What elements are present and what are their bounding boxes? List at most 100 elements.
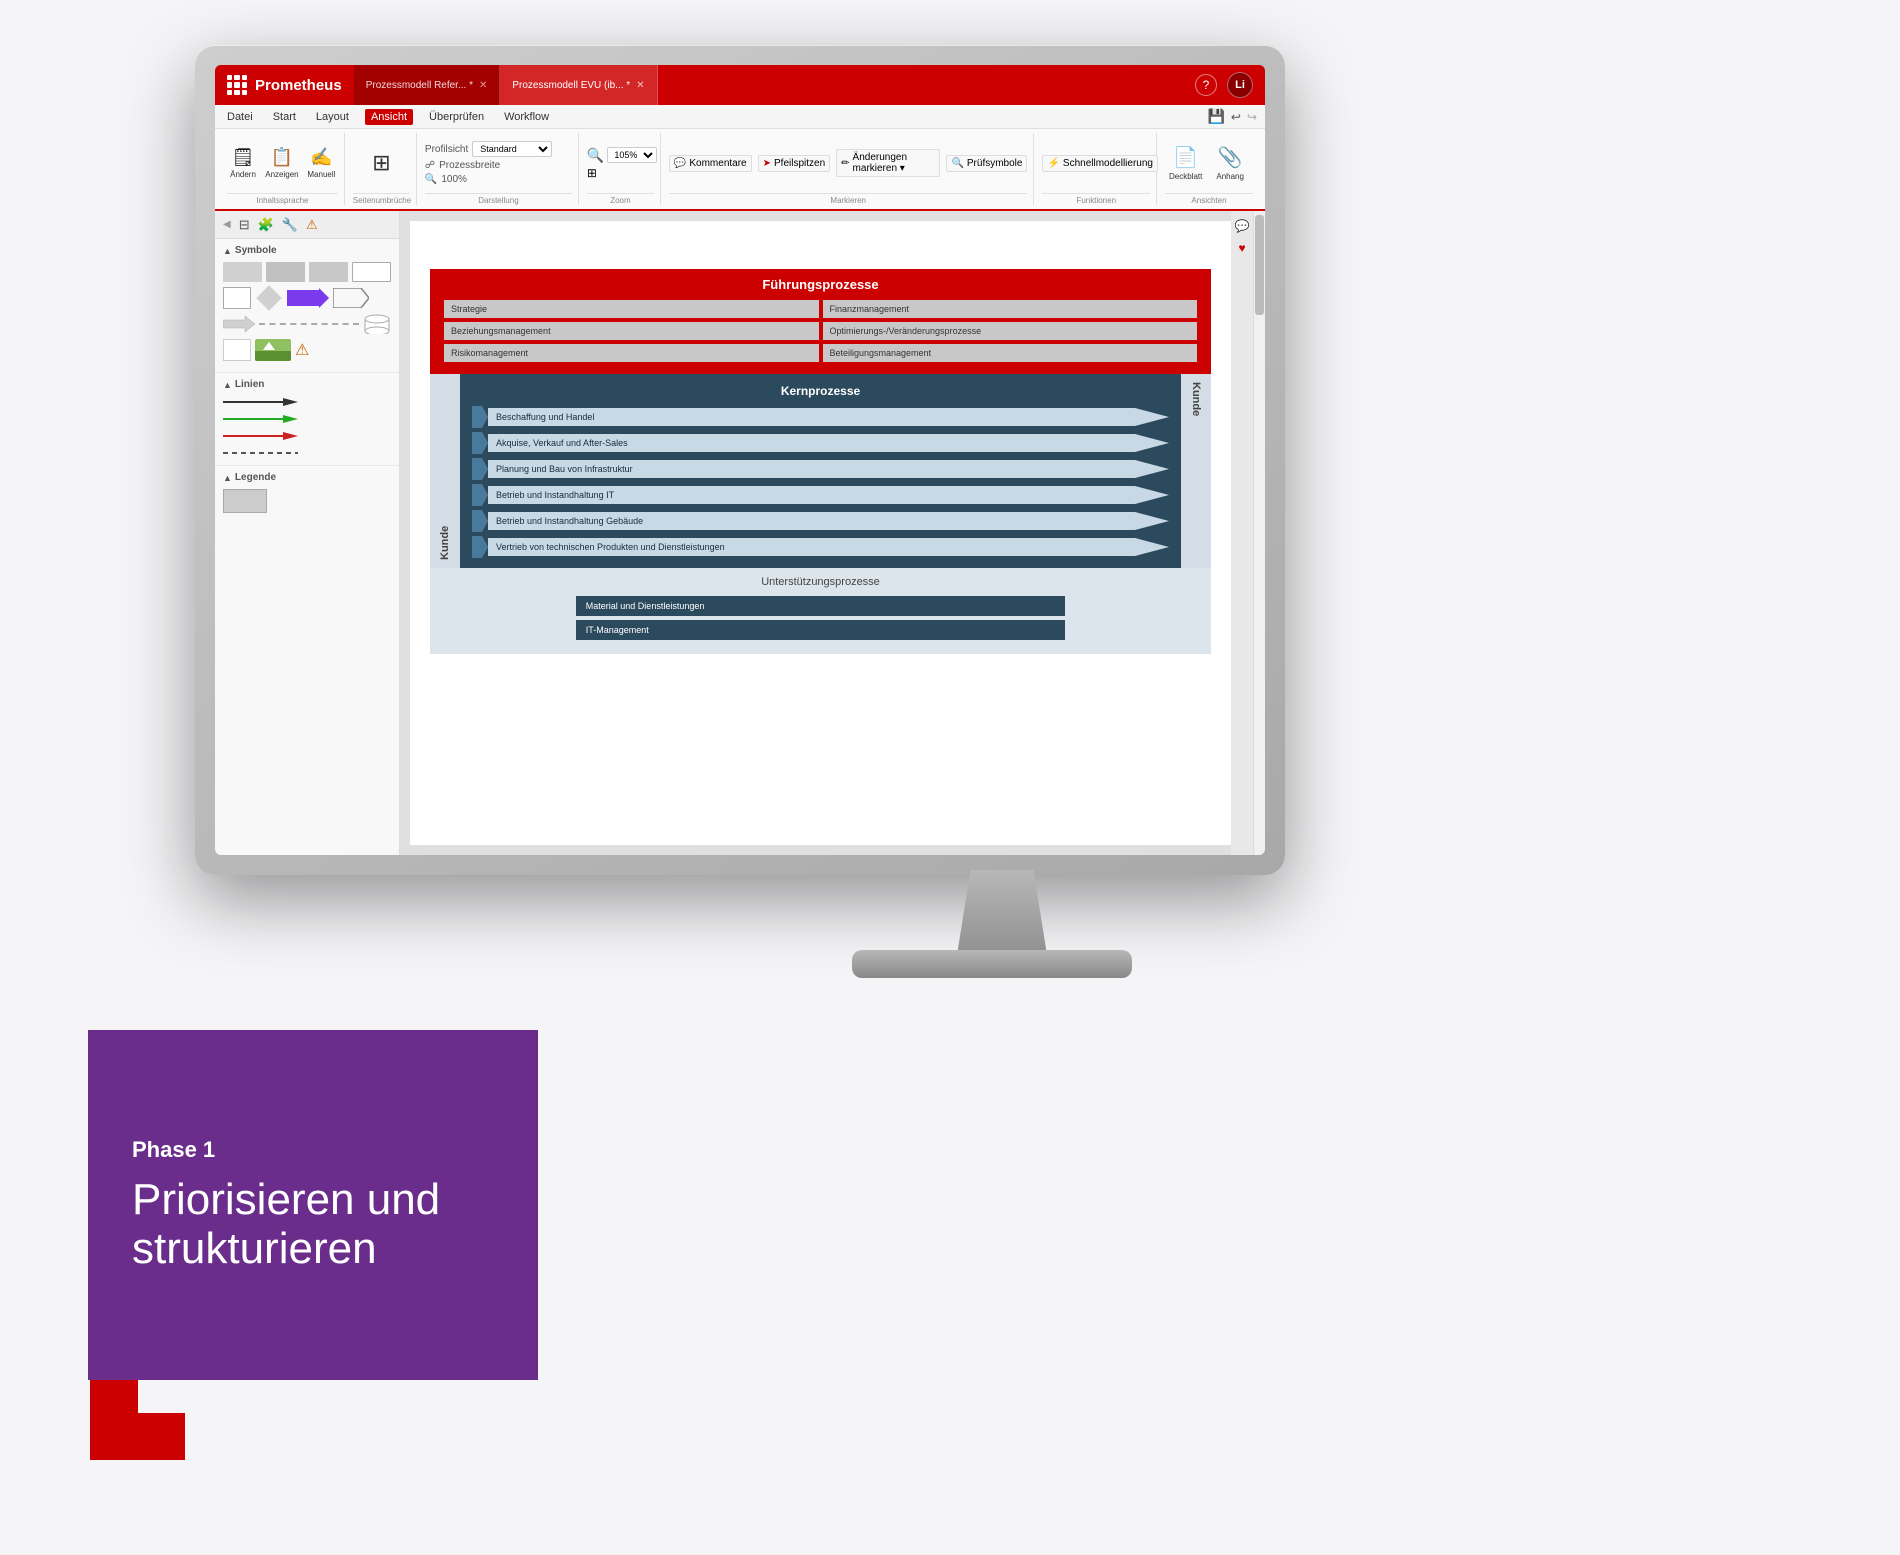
shape-square[interactable] — [223, 287, 251, 309]
kern-process-4[interactable]: Betrieb und Instandhaltung IT — [472, 484, 1169, 506]
kern-section: Kernprozesse Beschaffung und Handel — [460, 374, 1181, 568]
fuehrung-title: Führungsprozesse — [444, 277, 1197, 292]
toolbar-right: 💾 ↩ ↪ — [1207, 108, 1257, 125]
sidebar-section-symbole: ▲ Symbole — [215, 239, 399, 373]
fuehrung-box-optimierung[interactable]: Optimierungs-/Veränderungsprozesse — [823, 322, 1198, 340]
ribbon-btn-seitenumbruch[interactable]: ⊞ — [368, 148, 394, 178]
nav-icon-table[interactable]: ⊟ — [239, 217, 250, 233]
menu-ansicht[interactable]: Ansicht — [365, 109, 413, 125]
kern-process-3[interactable]: Planung und Bau von Infrastruktur — [472, 458, 1169, 480]
shape-landscape[interactable] — [255, 339, 291, 361]
line-black-arrow[interactable] — [223, 396, 391, 408]
nav-icon-wrench[interactable]: 🔧 — [282, 217, 298, 233]
canvas-content: Führungsprozesse Strategie Finanzmanagem… — [410, 221, 1231, 845]
shape-rect-2[interactable] — [266, 262, 305, 282]
menu-workflow[interactable]: Workflow — [500, 109, 553, 125]
nav-icon-warning[interactable]: ⚠ — [306, 217, 318, 233]
zoom-icon[interactable]: 🔍 — [587, 147, 604, 164]
shape-arrow-right[interactable] — [223, 314, 255, 334]
user-profile-button[interactable]: Li — [1227, 72, 1253, 98]
logo-grid-icon — [227, 75, 247, 95]
monitor-neck — [957, 870, 1047, 955]
ribbon-group-seitenumbrueche: ⊞ Seitenumbrüche — [347, 133, 417, 205]
shape-blank[interactable] — [223, 339, 251, 361]
profilsicht-select[interactable]: Standard — [472, 141, 552, 157]
ribbon-group-ansichten: 📄 Deckblatt 📎 Anhang Ansichten — [1159, 133, 1259, 205]
fuehrung-box-beziehung[interactable]: Beziehungsmanagement — [444, 322, 819, 340]
tab-1-close[interactable]: ✕ — [479, 80, 487, 91]
kern-process-1[interactable]: Beschaffung und Handel — [472, 406, 1169, 428]
nav-arrow-left[interactable]: ◀ — [223, 219, 231, 230]
shape-chevron[interactable] — [333, 288, 369, 308]
ribbon-btn-schnellmodellierung[interactable]: ⚡Schnellmodellierung — [1042, 155, 1158, 172]
right-strip-comment-icon[interactable]: 💬 — [1235, 219, 1250, 233]
scrollbar-thumb[interactable] — [1255, 215, 1264, 315]
ribbon-btn-kommentare[interactable]: 💬Kommentare — [669, 155, 752, 172]
ribbon-btn-anhang[interactable]: 📎 Anhang — [1212, 143, 1248, 183]
kern-process-5[interactable]: Betrieb und Instandhaltung Gebäude — [472, 510, 1169, 532]
shape-cylinder[interactable] — [363, 314, 391, 334]
screen: Prometheus Prozessmodell Refer... * ✕ Pr… — [215, 65, 1265, 855]
main-area: ◀ ⊟ 🧩 🔧 ⚠ ▲ Symbole — [215, 211, 1265, 855]
canvas-area[interactable]: Führungsprozesse Strategie Finanzmanagem… — [400, 211, 1253, 855]
redo-icon[interactable]: ↪ — [1247, 110, 1257, 124]
zoom-select[interactable]: 105% — [607, 147, 657, 163]
line-red-arrow[interactable] — [223, 430, 391, 442]
scrollbar-vertical[interactable] — [1253, 211, 1265, 855]
fuehrung-box-beteiligung[interactable]: Beteiligungsmanagement — [823, 344, 1198, 362]
ribbon-btn-deckblatt[interactable]: 📄 Deckblatt — [1165, 143, 1206, 183]
ribbon-btn-pruefsymbole[interactable]: 🔍Prüfsymbole — [946, 155, 1027, 172]
kern-processes: Beschaffung und Handel Akquise, Verkauf … — [472, 406, 1169, 558]
fuehrung-box-finanz[interactable]: Finanzmanagement — [823, 300, 1198, 318]
shape-rect-3[interactable] — [309, 262, 348, 282]
legend-box[interactable] — [223, 489, 267, 513]
line-green-arrow[interactable] — [223, 413, 391, 425]
unterstuetz-box-2[interactable]: IT-Management — [576, 620, 1065, 640]
unterstuetz-title: Unterstützungsprozesse — [444, 576, 1197, 588]
fuehrung-box-risiko[interactable]: Risikomanagement — [444, 344, 819, 362]
monitor: Prometheus Prozessmodell Refer... * ✕ Pr… — [195, 45, 1285, 875]
fuehrung-box-strategie[interactable]: Strategie — [444, 300, 819, 318]
unterstuetz-box-1[interactable]: Material und Dienstleistungen — [576, 596, 1065, 616]
section-header-legende: ▲ Legende — [223, 472, 391, 483]
kern-process-2[interactable]: Akquise, Verkauf und After-Sales — [472, 432, 1169, 454]
menu-datei[interactable]: Datei — [223, 109, 257, 125]
ribbon-btn-manuell[interactable]: ✍ Manuell — [305, 145, 338, 181]
sidebar: ◀ ⊟ 🧩 🔧 ⚠ ▲ Symbole — [215, 211, 400, 855]
tab-2-close[interactable]: ✕ — [636, 80, 644, 91]
zoom-fit-icon[interactable]: ⊞ — [587, 166, 597, 180]
fuehrung-container: Führungsprozesse Strategie Finanzmanagem… — [430, 241, 1211, 374]
ribbon-group-zoom: 🔍 105% ⊞ Zoom — [581, 133, 661, 205]
shape-diamond[interactable] — [255, 287, 283, 309]
ribbon-btn-pfeilspitzen[interactable]: ➤Pfeilspitzen — [758, 155, 831, 172]
menu-start[interactable]: Start — [269, 109, 300, 125]
unterstuetz-section: Unterstützungsprozesse Material und Dien… — [430, 568, 1211, 654]
menu-layout[interactable]: Layout — [312, 109, 353, 125]
menu-ueberpruefen[interactable]: Überprüfen — [425, 109, 488, 125]
shape-rect-1[interactable] — [223, 262, 262, 282]
sidebar-nav: ◀ ⊟ 🧩 🔧 ⚠ — [215, 211, 399, 239]
tab-2[interactable]: Prozessmodell EVU (ib... * ✕ — [500, 65, 657, 105]
menubar: Datei Start Layout Ansicht Überprüfen Wo… — [215, 105, 1265, 129]
kern-process-6[interactable]: Vertrieb von technischen Produkten und D… — [472, 536, 1169, 558]
ribbon-group-markieren: 💬Kommentare ➤Pfeilspitzen ✏Änderungen ma… — [663, 133, 1035, 205]
save-icon[interactable]: 💾 — [1207, 108, 1224, 125]
shape-arrow-purple[interactable] — [287, 288, 329, 308]
titlebar-right: ? Li — [1195, 72, 1265, 98]
shape-dash-line[interactable] — [259, 323, 359, 325]
sidebar-section-legende: ▲ Legende — [215, 466, 399, 519]
ribbon: 🗒 Ändern 📋 Anzeigen ✍ Manuell — [215, 129, 1265, 211]
undo-icon[interactable]: ↩ — [1231, 110, 1241, 124]
ribbon-btn-anzeigen[interactable]: 📋 Anzeigen — [263, 145, 301, 181]
nav-icon-puzzle[interactable]: 🧩 — [258, 217, 274, 233]
help-button[interactable]: ? — [1195, 74, 1217, 96]
shape-rect-4[interactable] — [352, 262, 391, 282]
section-header-linien: ▲ Linien — [223, 379, 391, 390]
line-dashed[interactable] — [223, 447, 391, 459]
shape-warning-small[interactable]: ⚠ — [295, 340, 309, 360]
ribbon-btn-aendern[interactable]: 🗒 Ändern — [227, 145, 259, 181]
right-strip-heart-icon[interactable]: ♥ — [1238, 241, 1245, 255]
tab-1[interactable]: Prozessmodell Refer... * ✕ — [354, 65, 501, 105]
ribbon-group-inhaltssprache: 🗒 Ändern 📋 Anzeigen ✍ Manuell — [221, 133, 345, 205]
ribbon-btn-aenderungen[interactable]: ✏Änderungen markieren ▾ — [836, 149, 940, 177]
